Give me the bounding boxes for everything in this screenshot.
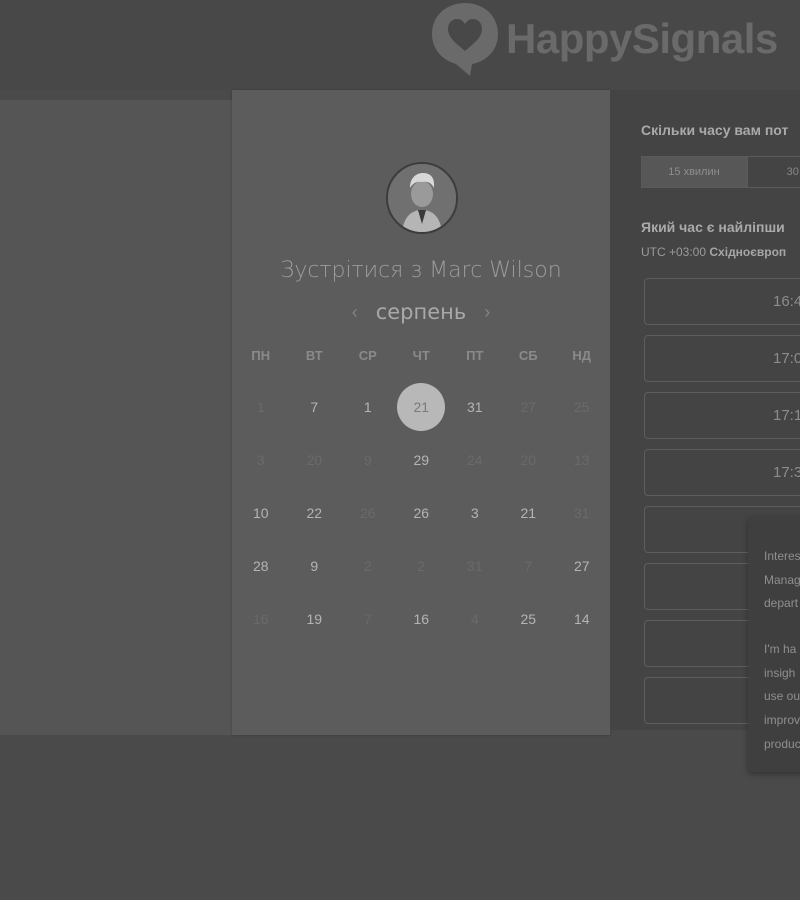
calendar-day: 2 (417, 557, 426, 574)
timezone-label[interactable]: UTC +03:00 Східноєвроп (641, 245, 786, 259)
weekday-label: НД (572, 348, 592, 363)
calendar-week: 16 19 7 16 4 25 14 (234, 592, 612, 645)
weekday-label: ВТ (305, 348, 323, 363)
calendar-day: 2 (363, 557, 372, 574)
popup-text-line: produc (764, 737, 800, 751)
selected-day-label: 21 (397, 382, 446, 431)
time-question: Який час є найліпши (641, 219, 785, 235)
weekday-label: ПН (251, 348, 271, 363)
popup-text-line: Manag (764, 573, 800, 587)
page-title: Зустрітися з Marc Wilson (280, 258, 562, 283)
time-slot[interactable]: 16:4 (644, 278, 800, 325)
weekday-label: СР (358, 348, 377, 363)
popup-text-line: I'm ha (764, 642, 797, 656)
calendar-day[interactable]: 26 (395, 486, 449, 539)
calendar-day: 27 (520, 398, 537, 415)
calendar-week: 1 7 1 21 31 27 25 (234, 380, 612, 433)
popup-text-line: use ou (764, 689, 800, 703)
footer-area (0, 735, 800, 900)
calendar-week: 10 22 26 26 3 21 31 (234, 486, 612, 539)
chat-popup[interactable]: Interes Manag depart I'm ha insigh use o… (748, 517, 800, 772)
calendar-day: 31 (573, 504, 590, 521)
duration-question: Скільки часу вам пот (641, 122, 789, 138)
calendar-day[interactable]: 27 (555, 539, 609, 592)
calendar-day: 4 (470, 610, 479, 627)
weekday-label: СБ (518, 348, 538, 363)
calendar-day: 25 (573, 398, 590, 415)
top-header: HappySignals (0, 0, 800, 90)
calendar-day[interactable]: 19 (288, 592, 342, 645)
calendar-day: 20 (520, 451, 537, 468)
calendar-grid: ПН ВТ СР ЧТ ПТ СБ НД 1 7 1 21 31 27 25 3… (234, 348, 612, 645)
duration-selector: 15 хвилин 30 хв (641, 156, 800, 188)
calendar-day: 16 (252, 610, 269, 627)
calendar-day: 9 (363, 451, 372, 468)
weekday-header: ПН ВТ СР ЧТ ПТ СБ НД (234, 348, 612, 368)
popup-text-line: depart (764, 596, 799, 610)
heart-speech-bubble-icon (430, 1, 500, 77)
prev-month-icon[interactable]: ‹ (352, 302, 358, 323)
calendar-day-selected[interactable]: 21 (395, 380, 449, 433)
popup-text-line: Interes (764, 549, 800, 563)
booking-card: Зустрітися з Marc Wilson ‹ серпень › ПН … (232, 90, 610, 735)
calendar-day[interactable]: 1 (341, 380, 395, 433)
calendar-day: 1 (256, 398, 265, 415)
calendar-day[interactable]: 28 (234, 539, 288, 592)
timezone-name: Східноєвроп (709, 245, 787, 259)
calendar-day: 3 (256, 451, 265, 468)
calendar-day: 7 (524, 557, 533, 574)
popup-text-line: improv (764, 713, 800, 727)
calendar-day: 26 (359, 504, 376, 521)
happysignals-logo[interactable]: HappySignals (430, 0, 778, 78)
weekday-label: ЧТ (412, 348, 430, 363)
time-slot[interactable]: 17:1 (644, 392, 800, 439)
duration-option-15[interactable]: 15 хвилин (641, 156, 747, 188)
next-month-icon[interactable]: › (484, 302, 490, 323)
weekday-label: ПТ (466, 348, 484, 363)
brand-name: HappySignals (506, 15, 778, 62)
calendar-day[interactable]: 16 (395, 592, 449, 645)
calendar-day[interactable]: 3 (448, 486, 502, 539)
calendar-week: 28 9 2 2 31 7 27 (234, 539, 612, 592)
calendar-day: 31 (466, 557, 483, 574)
calendar-day[interactable]: 29 (395, 433, 449, 486)
calendar-day[interactable]: 31 (448, 380, 502, 433)
time-slot[interactable]: 17:0 (644, 335, 800, 382)
calendar-day[interactable]: 14 (555, 592, 609, 645)
avatar (386, 162, 458, 234)
calendar-day[interactable]: 10 (234, 486, 288, 539)
popup-text-line: insigh (764, 666, 796, 680)
calendar-day[interactable]: 9 (288, 539, 342, 592)
calendar-day[interactable]: 7 (288, 380, 342, 433)
left-background-band (0, 100, 235, 735)
calendar-day[interactable]: 21 (502, 486, 556, 539)
calendar-day: 13 (573, 451, 590, 468)
time-slot[interactable]: 17:3 (644, 449, 800, 496)
calendar-week: 3 20 9 29 24 20 13 (234, 433, 612, 486)
duration-option-30[interactable]: 30 хв (747, 156, 800, 188)
calendar-day: 7 (363, 610, 372, 627)
month-label: серпень (375, 300, 467, 324)
timezone-offset: UTC +03:00 (641, 245, 707, 259)
calendar-day: 24 (466, 451, 483, 468)
calendar-day[interactable]: 22 (288, 486, 342, 539)
month-navigator: ‹ серпень › (232, 300, 610, 324)
calendar-day[interactable]: 25 (502, 592, 556, 645)
calendar-day: 20 (306, 451, 323, 468)
